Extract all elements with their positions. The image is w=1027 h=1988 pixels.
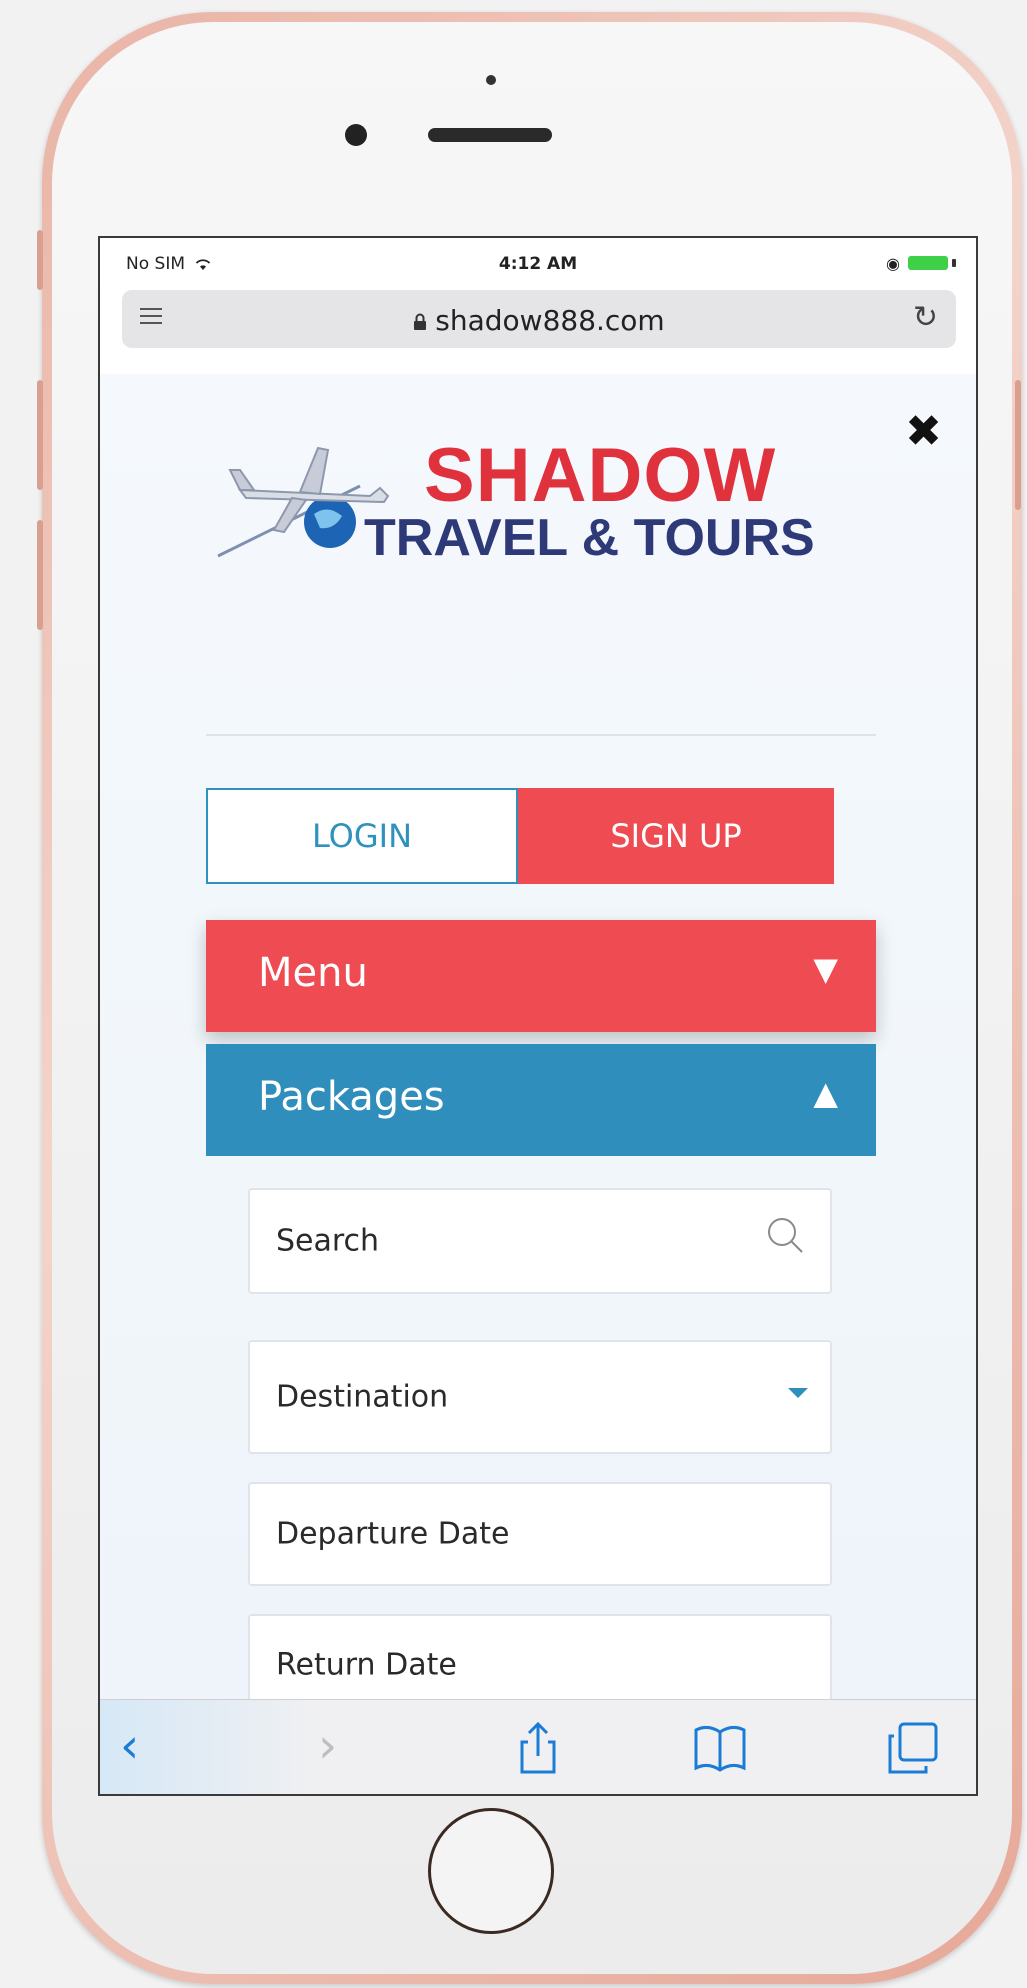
departure-date-field[interactable]: Departure Date xyxy=(248,1482,832,1586)
bookmarks-icon[interactable] xyxy=(690,1718,750,1778)
site-logo[interactable]: SHADOW TRAVEL & TOURS xyxy=(210,430,830,566)
share-icon[interactable] xyxy=(508,1718,568,1778)
lock-icon xyxy=(414,313,427,330)
packages-label: Packages xyxy=(258,1074,445,1120)
earpiece-speaker xyxy=(428,128,552,142)
departure-date-label: Departure Date xyxy=(276,1516,510,1552)
mute-switch xyxy=(37,230,43,290)
home-button[interactable] xyxy=(428,1808,554,1934)
chevron-down-icon xyxy=(788,1388,808,1398)
web-page: ✖ SHADOW TRAVEL & TOURS LOGIN SIGN UP Me… xyxy=(100,374,976,1770)
logo-subtitle: TRAVEL & TOURS xyxy=(364,509,815,567)
status-time: 4:12 AM xyxy=(498,254,578,274)
phone-screen: No SIM 4:12 AM ◉ shadow888.com ↻ ✖ SHADO… xyxy=(98,236,978,1796)
caret-up-icon: ▲ xyxy=(813,1074,838,1112)
logo-title: SHADOW xyxy=(424,433,777,518)
destination-select[interactable]: Destination xyxy=(248,1340,832,1454)
back-button[interactable]: ‹ xyxy=(120,1718,180,1778)
browser-toolbar: ‹ › xyxy=(100,1699,976,1794)
rotation-lock-icon: ◉ xyxy=(886,254,900,273)
status-indicators: ◉ xyxy=(882,252,962,274)
divider xyxy=(206,734,876,736)
caret-down-icon: ▼ xyxy=(813,950,838,988)
battery-tip-icon xyxy=(952,259,956,267)
menu-accordion[interactable]: Menu ▼ xyxy=(206,920,876,1032)
status-bar: No SIM 4:12 AM ◉ xyxy=(100,238,976,290)
forward-button[interactable]: › xyxy=(318,1718,378,1778)
search-icon[interactable] xyxy=(766,1216,804,1254)
reload-icon[interactable]: ↻ xyxy=(913,300,938,335)
power-button xyxy=(1015,380,1021,510)
proximity-sensor xyxy=(486,75,496,85)
url-display[interactable]: shadow888.com xyxy=(122,304,956,337)
packages-accordion[interactable]: Packages ▲ xyxy=(206,1044,876,1156)
address-bar[interactable]: shadow888.com ↻ xyxy=(122,290,956,348)
destination-label: Destination xyxy=(276,1379,449,1415)
login-button[interactable]: LOGIN xyxy=(206,788,518,884)
search-placeholder: Search xyxy=(276,1223,380,1259)
battery-icon xyxy=(908,256,948,270)
search-input[interactable]: Search xyxy=(248,1188,832,1294)
volume-up-button xyxy=(37,380,43,490)
return-date-label: Return Date xyxy=(276,1647,457,1683)
volume-down-button xyxy=(37,520,43,630)
close-icon[interactable]: ✖ xyxy=(905,406,942,457)
signup-button[interactable]: SIGN UP xyxy=(518,788,834,884)
tabs-icon[interactable] xyxy=(882,1718,942,1778)
menu-label: Menu xyxy=(258,950,368,996)
front-camera xyxy=(345,124,367,146)
